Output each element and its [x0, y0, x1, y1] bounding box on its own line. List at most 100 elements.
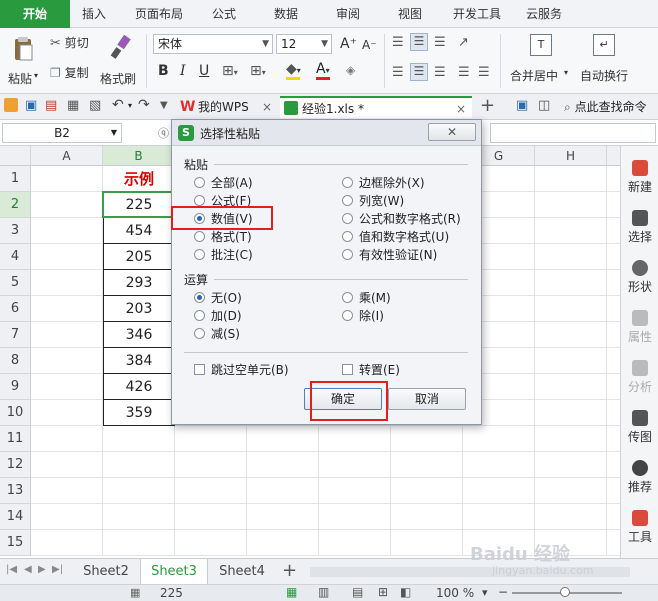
- tab-page-layout[interactable]: 页面布局: [124, 0, 194, 28]
- save-icon[interactable]: ▣: [25, 98, 37, 113]
- radio-paste-all-except-borders[interactable]: 边框除外(X): [342, 175, 425, 191]
- tab-formulas[interactable]: 公式: [200, 0, 248, 28]
- underline-button[interactable]: U: [199, 63, 209, 79]
- tab-review[interactable]: 审阅: [324, 0, 372, 28]
- new-tab-icon[interactable]: +: [480, 95, 495, 116]
- radio-paste-values-number-formats[interactable]: 值和数字格式(U): [342, 229, 449, 245]
- close-icon[interactable]: ×: [456, 98, 466, 120]
- row-header[interactable]: 15: [0, 530, 31, 556]
- row-header[interactable]: 12: [0, 452, 31, 478]
- page-break-view-icon[interactable]: ▥: [318, 585, 329, 599]
- fill-color-icon[interactable]: ◆▾: [286, 61, 301, 80]
- sheet-tab-sheet2[interactable]: Sheet2: [72, 559, 140, 584]
- panel-shape[interactable]: 形状: [621, 260, 658, 295]
- radio-paste-column-widths[interactable]: 列宽(W): [342, 193, 404, 209]
- tab-cloud[interactable]: 云服务: [516, 0, 572, 28]
- bold-button[interactable]: B: [158, 63, 169, 79]
- print-icon[interactable]: ▤: [45, 98, 57, 113]
- panel-select[interactable]: 选择: [621, 210, 658, 245]
- chevron-down-icon[interactable]: ▼: [160, 100, 168, 111]
- align-bottom-icon[interactable]: ☰: [434, 35, 446, 50]
- add-sheet-icon[interactable]: +: [282, 560, 297, 581]
- cloud-icon[interactable]: ◫: [538, 98, 550, 113]
- row-header[interactable]: 6: [0, 296, 31, 322]
- normal-view-icon[interactable]: ▦: [286, 585, 297, 599]
- cut-button[interactable]: ✂ 剪切: [50, 34, 89, 51]
- row-header[interactable]: 4: [0, 244, 31, 270]
- font-name-select[interactable]: 宋体 ▼: [153, 34, 273, 54]
- decrease-font-button[interactable]: A⁻: [362, 38, 377, 52]
- redo-icon[interactable]: ↷: [138, 97, 150, 113]
- name-box[interactable]: B2 ▼: [2, 123, 122, 143]
- value-cell[interactable]: 205: [103, 244, 175, 270]
- folder-icon[interactable]: [4, 98, 18, 112]
- font-size-select[interactable]: 12 ▼: [276, 34, 332, 54]
- value-cell[interactable]: 203: [103, 296, 175, 322]
- checkbox-skip-blanks[interactable]: 跳过空单元(B): [194, 362, 289, 378]
- zoom-level[interactable]: 100 %: [436, 586, 474, 600]
- value-cell[interactable]: 346: [103, 322, 175, 348]
- tab-view[interactable]: 视图: [386, 0, 434, 28]
- column-header-h[interactable]: H: [535, 146, 607, 166]
- share-icon[interactable]: ▣: [516, 98, 528, 113]
- tab-wps-home[interactable]: W 我的WPS ×: [176, 96, 276, 118]
- value-cell[interactable]: 293: [103, 270, 175, 296]
- chevron-down-icon[interactable]: ▾: [482, 586, 488, 599]
- justify-icon[interactable]: ☰: [458, 65, 470, 80]
- radio-op-multiply[interactable]: 乘(M): [342, 290, 391, 306]
- export-icon[interactable]: ▧: [89, 98, 101, 113]
- split-view-icon[interactable]: ⊞: [378, 585, 388, 599]
- row-header[interactable]: 8: [0, 348, 31, 374]
- row-header[interactable]: 13: [0, 478, 31, 504]
- row-header[interactable]: 14: [0, 504, 31, 530]
- italic-button[interactable]: I: [180, 63, 186, 79]
- row-header[interactable]: 9: [0, 374, 31, 400]
- radio-op-none[interactable]: 无(O): [194, 290, 242, 306]
- checkbox-transpose[interactable]: 转置(E): [342, 362, 400, 378]
- first-sheet-icon[interactable]: |◀: [6, 564, 17, 575]
- distributed-icon[interactable]: ☰: [478, 65, 490, 80]
- radio-op-divide[interactable]: 除(I): [342, 308, 384, 324]
- align-top-icon[interactable]: ☰: [392, 35, 404, 50]
- orientation-icon[interactable]: ↗: [458, 35, 469, 50]
- font-color-icon[interactable]: A▾: [316, 61, 330, 80]
- print-preview-icon[interactable]: ▦: [67, 98, 79, 113]
- radio-paste-comments[interactable]: 批注(C): [194, 247, 253, 263]
- zoom-out-icon[interactable]: −: [498, 585, 508, 599]
- value-cell[interactable]: 384: [103, 348, 175, 374]
- clear-format-icon[interactable]: ◈: [346, 63, 355, 77]
- panel-upload-image[interactable]: 传图: [621, 410, 658, 445]
- sheet-tab-sheet4[interactable]: Sheet4: [208, 559, 276, 584]
- zoom-slider-thumb[interactable]: [560, 587, 570, 597]
- row-header[interactable]: 2: [0, 192, 31, 218]
- last-sheet-icon[interactable]: ▶|: [52, 564, 63, 575]
- format-painter-button[interactable]: 格式刷: [100, 34, 140, 90]
- formula-input[interactable]: [490, 123, 656, 143]
- panel-analysis[interactable]: 分析: [621, 360, 658, 395]
- dialog-close-button[interactable]: ✕: [428, 123, 476, 141]
- value-cell[interactable]: 454: [103, 218, 175, 244]
- row-header[interactable]: 1: [0, 166, 31, 192]
- cell-style-icon[interactable]: ⊞▾: [250, 63, 266, 79]
- row-header[interactable]: 10: [0, 400, 31, 426]
- column-header-i[interactable]: [607, 146, 620, 166]
- radio-op-subtract[interactable]: 减(S): [194, 326, 240, 342]
- prev-sheet-icon[interactable]: ◀: [24, 564, 32, 575]
- column-header-b[interactable]: B: [103, 146, 175, 166]
- sheet-tab-sheet3[interactable]: Sheet3: [140, 559, 208, 584]
- undo-icon[interactable]: ↶: [112, 97, 124, 113]
- tab-insert[interactable]: 插入: [72, 0, 116, 28]
- radio-op-add[interactable]: 加(D): [194, 308, 242, 324]
- border-icon[interactable]: ⊞▾: [222, 63, 238, 79]
- row-header[interactable]: 11: [0, 426, 31, 452]
- chevron-down-icon[interactable]: ▾: [128, 101, 132, 110]
- tab-home[interactable]: 开始: [0, 0, 70, 28]
- align-middle-icon[interactable]: ☰: [410, 33, 428, 51]
- panel-recommend[interactable]: 推荐: [621, 460, 658, 495]
- row-header[interactable]: 3: [0, 218, 31, 244]
- next-sheet-icon[interactable]: ▶: [38, 564, 46, 575]
- paste-button[interactable]: 粘贴 ▾: [8, 34, 38, 90]
- dialog-title-bar[interactable]: S 选择性粘贴 ✕: [172, 120, 481, 146]
- radio-paste-validation[interactable]: 有效性验证(N): [342, 247, 437, 263]
- close-icon[interactable]: ×: [262, 96, 272, 118]
